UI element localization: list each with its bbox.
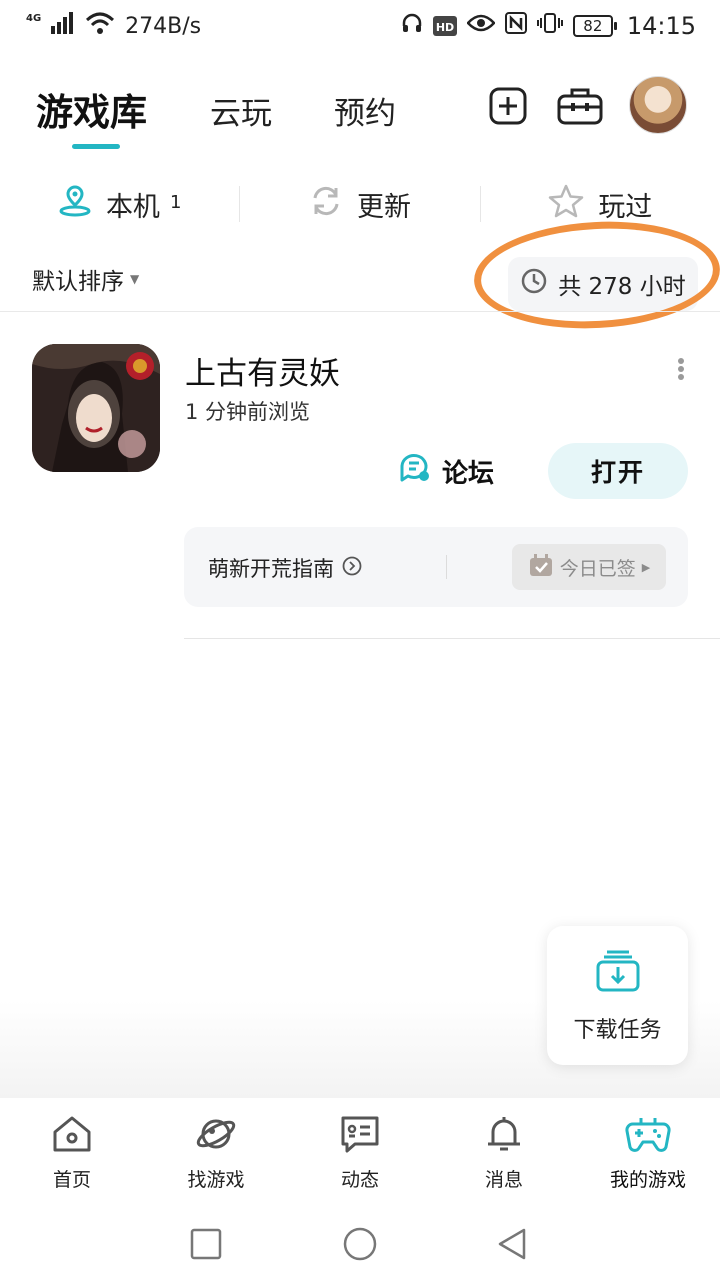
nav-home-label: 首页	[52, 1169, 91, 1191]
download-tray-icon	[595, 948, 641, 1000]
filter-local-count: 1	[169, 191, 182, 213]
filter-local[interactable]: 本机 1	[0, 184, 239, 225]
refresh-icon	[309, 184, 343, 225]
divider	[184, 638, 720, 639]
eye-icon	[466, 13, 496, 39]
bottom-navigation: 首页 找游戏 动态 消息 我的游戏	[0, 1098, 720, 1208]
open-game-button[interactable]: 打开	[548, 443, 688, 499]
caret-down-icon: ▼	[130, 272, 140, 286]
gamepad-icon	[625, 1114, 671, 1159]
clock: 14:15	[626, 12, 696, 40]
user-avatar[interactable]	[629, 76, 687, 134]
vibrate-icon	[536, 12, 563, 40]
network-speed: 274B/s	[125, 13, 202, 39]
recent-apps-icon[interactable]	[188, 1226, 224, 1262]
tab-game-library[interactable]: 游戏库	[36, 82, 147, 136]
filter-played-label: 玩过	[598, 191, 653, 223]
status-bar: 4G 274B/s HD 82 14:15	[0, 0, 720, 52]
home-icon	[51, 1114, 93, 1159]
tab-reservation[interactable]: 预约	[334, 88, 396, 133]
nav-messages-label: 消息	[484, 1169, 523, 1191]
bell-icon	[483, 1114, 525, 1159]
chevron-right-circle-icon	[342, 556, 362, 581]
network-type: 4G	[26, 12, 42, 24]
location-pin-icon	[58, 184, 92, 225]
hd-icon: HD	[432, 15, 457, 37]
nav-my-games-label: 我的游戏	[609, 1169, 686, 1191]
gift-calendar-icon	[528, 553, 554, 582]
filter-played[interactable]: 玩过	[479, 184, 720, 225]
download-tasks-button[interactable]: 下载任务	[547, 926, 688, 1065]
forum-button[interactable]: 论坛	[398, 452, 494, 491]
divider	[0, 311, 720, 312]
filter-local-label: 本机	[105, 191, 160, 223]
nfc-icon	[504, 12, 527, 40]
status-right: HD 82 14:15	[401, 12, 696, 40]
system-navigation-bar	[0, 1208, 720, 1280]
planet-icon	[195, 1114, 237, 1159]
active-tab-indicator	[72, 144, 120, 149]
caret-right-icon: ▶	[641, 560, 651, 574]
nav-messages[interactable]: 消息	[432, 1098, 576, 1208]
more-options-icon[interactable]	[672, 354, 690, 384]
headphones-icon	[401, 12, 423, 40]
newbie-guide-link[interactable]: 萌新开荒指南	[208, 553, 362, 583]
nav-feed[interactable]: 动态	[288, 1098, 432, 1208]
toolbox-icon[interactable]	[556, 86, 604, 126]
filter-update-label: 更新	[356, 191, 411, 223]
tab-cloud-play[interactable]: 云玩	[210, 88, 272, 133]
add-icon[interactable]	[488, 86, 528, 126]
status-left: 4G 274B/s	[26, 11, 201, 41]
nav-home[interactable]: 首页	[0, 1098, 144, 1208]
chat-bubble-icon	[398, 452, 432, 491]
separator	[446, 555, 447, 579]
nav-find-games[interactable]: 找游戏	[144, 1098, 288, 1208]
nav-feed-label: 动态	[340, 1169, 379, 1191]
filter-update[interactable]: 更新	[239, 184, 479, 225]
guide-banner: 萌新开荒指南 今日已签 ▶	[184, 527, 688, 607]
back-triangle-icon[interactable]	[494, 1226, 530, 1262]
download-tasks-label: 下载任务	[573, 1017, 662, 1043]
forum-label: 论坛	[442, 459, 495, 489]
nav-find-games-label: 找游戏	[187, 1169, 245, 1191]
nav-my-games[interactable]: 我的游戏	[576, 1098, 720, 1208]
guide-label: 萌新开荒指南	[208, 557, 334, 581]
sort-label: 默认排序	[32, 269, 124, 295]
home-circle-icon[interactable]	[342, 1226, 378, 1262]
daily-checkin-button[interactable]: 今日已签 ▶	[512, 544, 666, 590]
sort-dropdown[interactable]: 默认排序 ▼	[32, 262, 139, 296]
signal-icon	[51, 12, 75, 40]
game-last-viewed: 1 分钟前浏览	[185, 400, 311, 424]
svg-text:HD: HD	[436, 21, 454, 34]
wifi-icon	[85, 11, 115, 41]
checkin-label: 今日已签	[559, 557, 636, 580]
top-header: 游戏库 云玩 预约	[0, 68, 720, 158]
annotation-circle	[471, 215, 720, 335]
game-icon[interactable]	[32, 344, 160, 472]
battery-indicator: 82	[572, 15, 617, 37]
message-card-icon	[339, 1114, 381, 1159]
star-icon	[548, 184, 584, 225]
game-title[interactable]: 上古有灵妖	[185, 348, 340, 393]
